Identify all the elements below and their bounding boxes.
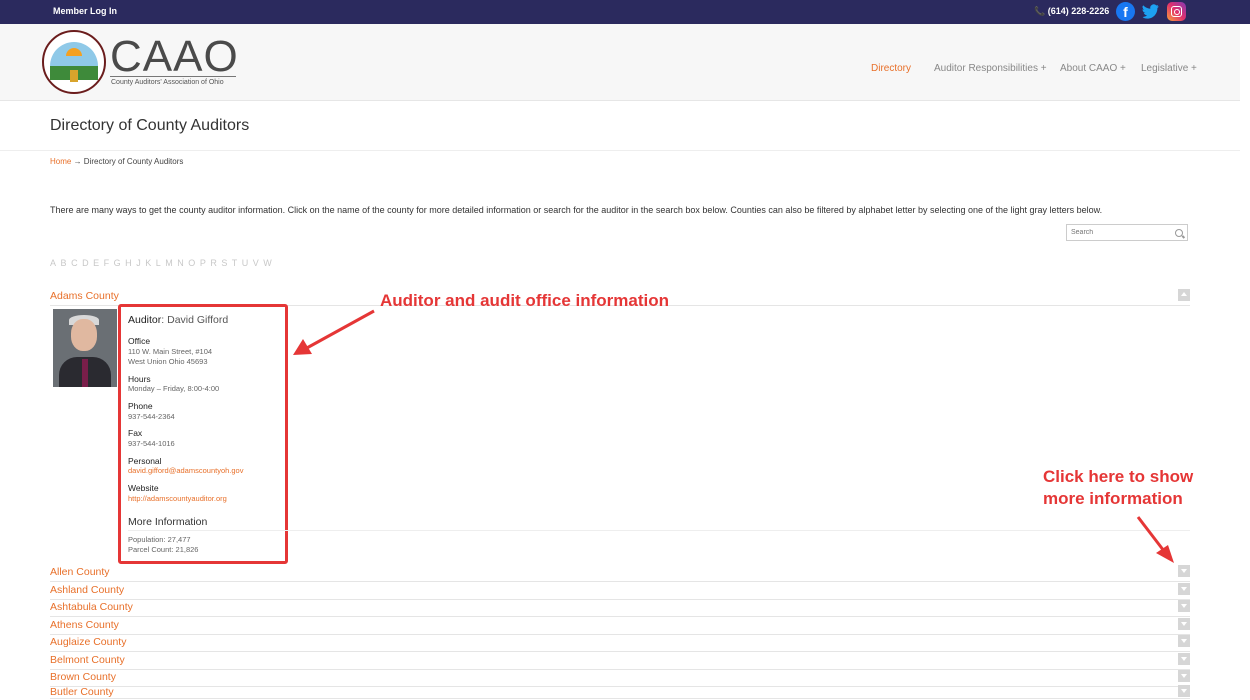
annotation-toggle-label-line1: Click here to show xyxy=(1043,467,1194,486)
annotation-arrows xyxy=(293,309,1174,563)
annotation-toggle-label-line2: more information xyxy=(1043,489,1183,508)
